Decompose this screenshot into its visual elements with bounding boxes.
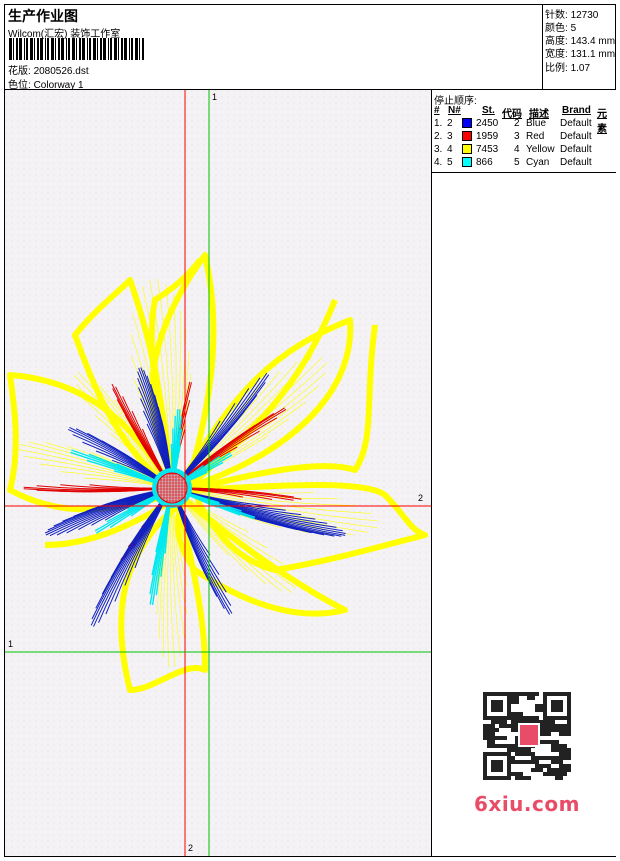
row-index: 1.: [434, 118, 443, 129]
watermark-logo: 6xiu.com: [474, 792, 580, 816]
row-code: 2: [514, 118, 520, 129]
row-code: 4: [514, 144, 520, 155]
row-needle: 4: [447, 144, 453, 155]
design-file-line: 花版: 2080526.dst: [8, 62, 89, 77]
stat-scale: 比例: 1.07: [545, 63, 591, 74]
qr-code-image: [474, 686, 580, 786]
table-row: 1. 2 2450 2 Blue Default: [432, 118, 616, 131]
header-info: 生产作业图 Wilcom(汇宏) 装饰工作室 花版: 2080526.dst 色…: [5, 5, 542, 91]
axis-label-red-right: 2: [418, 493, 424, 503]
row-brand: Default: [560, 144, 592, 155]
color-swatch: [462, 118, 472, 128]
col-header-needle: N#: [448, 105, 461, 116]
design-canvas: 1 2 2 1: [5, 90, 431, 856]
stats-panel: 针数: 12730 颜色: 5 高度: 143.4 mm 宽度: 131.1 m…: [542, 5, 616, 89]
axis-label-red-bottom: 2: [188, 843, 194, 853]
table-row: 2. 3 1959 3 Red Default: [432, 131, 616, 144]
row-needle: 2: [447, 118, 453, 129]
row-brand: Default: [560, 157, 592, 168]
flower-center: [152, 468, 192, 508]
row-needle: 5: [447, 157, 453, 168]
color-swatch: [462, 157, 472, 167]
axis-label-green-left: 1: [8, 639, 14, 649]
col-header-index: #: [434, 105, 440, 116]
axis-label-green-top: 1: [212, 92, 218, 102]
row-description: Blue: [526, 118, 547, 129]
row-index: 4.: [434, 157, 443, 168]
row-code: 5: [514, 157, 520, 168]
stop-sequence-panel: 停止顺序: # N# St. 代码 描述 Brand 元素 1. 2 2450 2 Bl…: [431, 90, 616, 856]
table-divider: [432, 172, 616, 173]
embroidery-preview: [5, 90, 431, 856]
row-stitches: 7453: [476, 144, 499, 155]
row-brand: Default: [560, 131, 592, 142]
row-index: 3.: [434, 144, 443, 155]
row-description: Cyan: [526, 157, 550, 168]
row-code: 3: [514, 131, 520, 142]
worksheet: 生产作业图 Wilcom(汇宏) 装饰工作室 花版: 2080526.dst 色…: [4, 4, 616, 857]
canvas-background: [5, 90, 431, 856]
row-brand: Default: [560, 118, 592, 129]
row-stitches: 1959: [476, 131, 499, 142]
col-header-brand: Brand: [562, 105, 591, 116]
barcode-image: [9, 38, 144, 60]
col-header-stitches: St.: [482, 105, 495, 116]
table-row: 4. 5 866 5 Cyan Default: [432, 157, 616, 170]
color-swatch: [462, 131, 472, 141]
row-description: Yellow: [526, 144, 555, 155]
page-title: 生产作业图: [8, 8, 78, 24]
row-needle: 3: [447, 131, 453, 142]
row-stitches: 2450: [476, 118, 499, 129]
color-swatch: [462, 144, 472, 154]
stat-width: 宽度: 131.1 mm: [545, 49, 616, 60]
table-row: 3. 4 7453 4 Yellow Default: [432, 144, 616, 157]
row-description: Red: [526, 131, 545, 142]
row-index: 2.: [434, 131, 443, 142]
row-stitches: 866: [476, 157, 493, 168]
